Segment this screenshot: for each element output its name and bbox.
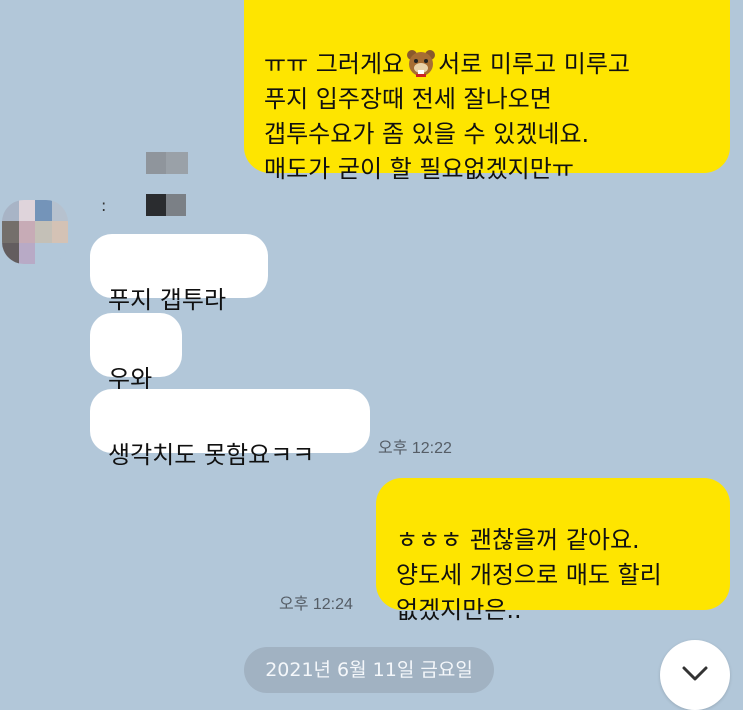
message-timestamp: 오후 12:24 [279,596,353,613]
message-timestamp: 오후 12:22 [378,440,452,457]
message-bubble-theirs[interactable]: 푸지 갭투라 [90,234,268,314]
scroll-to-bottom-button[interactable] [660,640,730,710]
sender-name-blurred [146,152,188,218]
message-text: 푸지 입주장때 전세 잘나오면 갭투수요가 좀 있을 수 있겠네요. 매도가 굳… [264,85,590,183]
message-bubble-mine[interactable]: ㅠㅠ 그러게요 서로 미루고 미루고푸지 입주장때 전세 잘나오면 갭투수요가 … [244,0,730,183]
message-bubble-theirs[interactable]: 우와 [90,313,182,393]
date-divider: 2021년 6월 11일 금요일 [244,647,494,693]
profile-avatar[interactable] [2,200,68,264]
message-text: 푸지 갭투라 [108,286,227,314]
message-text: 생각치도 못함요ㅋㅋ [108,441,315,469]
message-text: ㅎㅎㅎ 괜찮을꺼 같아요. 양도세 개정으로 매도 할리 없겠지만은.. [396,526,662,624]
message-bubble-mine[interactable]: ㅎㅎㅎ 괜찮을꺼 같아요. 양도세 개정으로 매도 할리 없겠지만은.. [376,478,730,624]
sender-name-separator: : [101,196,107,215]
chevron-down-icon [680,663,710,687]
message-bubble-theirs[interactable]: 생각치도 못함요ㅋㅋ [90,389,370,469]
message-text: ㅠㅠ 그러게요 [264,50,405,78]
message-text: 서로 미루고 미루고 [438,50,631,78]
bear-emoticon-icon [406,48,436,78]
